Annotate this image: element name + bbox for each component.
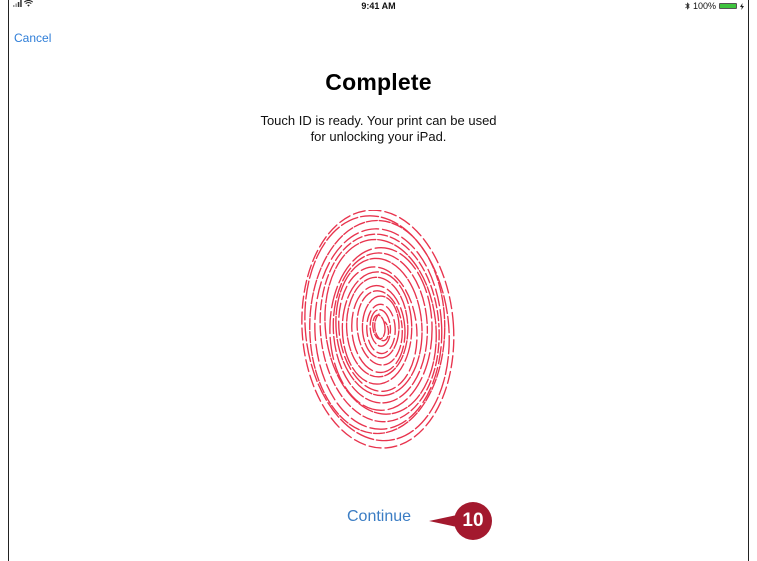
status-bar: 9:41 AM 100%: [9, 0, 748, 12]
fingerprint-ridge: [356, 290, 403, 366]
fingerprint-ridge: [372, 314, 386, 340]
status-time: 9:41 AM: [361, 1, 396, 11]
status-right: 100%: [685, 0, 744, 12]
battery-fill: [720, 4, 736, 8]
fingerprint-ridge: [341, 271, 413, 385]
fingerprint-ridge: [361, 295, 400, 359]
cancel-button[interactable]: Cancel: [14, 31, 51, 45]
fingerprint-ridge: [314, 228, 443, 430]
page-subtitle: Touch ID is ready. Your print can be use…: [9, 113, 748, 145]
bluetooth-icon: [685, 2, 690, 10]
fingerprint-icon: [301, 210, 455, 449]
fingerprint-ridge: [332, 252, 429, 404]
battery-percent: 100%: [692, 1, 716, 11]
charging-icon: [740, 2, 744, 10]
subtitle-line-1: Touch ID is ready. Your print can be use…: [260, 113, 497, 128]
step-callout-number: 10: [462, 510, 484, 531]
battery-icon: [719, 3, 737, 9]
ipad-screen: 9:41 AM 100% Cancel Complete Touch ID is…: [8, 0, 749, 561]
continue-button[interactable]: Continue: [347, 508, 411, 526]
page-title: Complete: [325, 69, 432, 95]
subtitle-line-2: for unlocking your iPad.: [310, 129, 447, 144]
